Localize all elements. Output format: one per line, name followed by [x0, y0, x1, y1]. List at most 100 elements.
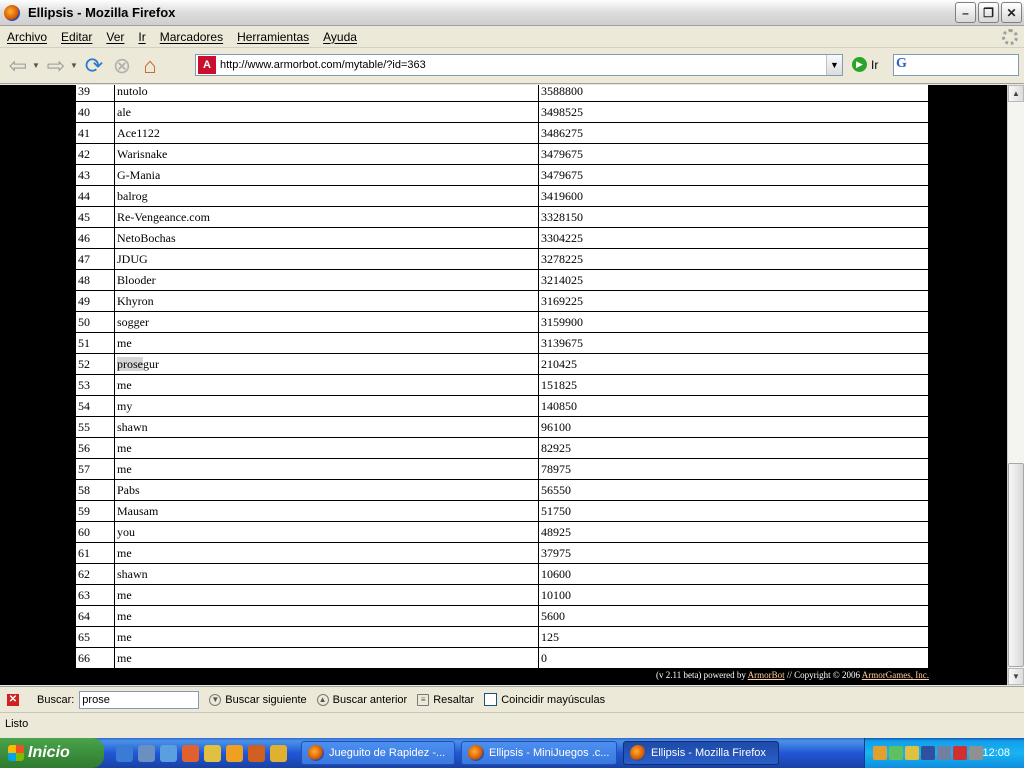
- url-bar[interactable]: A http://www.armorbot.com/mytable/?id=36…: [195, 54, 843, 76]
- table-row: 65 me 125: [75, 626, 929, 648]
- rank-cell: 64: [75, 605, 115, 627]
- score-cell: 37975: [538, 542, 929, 564]
- reload-button[interactable]: ⟳: [80, 52, 108, 80]
- maximize-button[interactable]: ❐: [978, 2, 999, 23]
- name-cell: shawn: [114, 563, 539, 585]
- menu-ver[interactable]: Ver: [99, 30, 131, 44]
- task-label: Ellipsis - MiniJuegos .c...: [489, 747, 610, 759]
- find-previous-button[interactable]: ▲ Buscar anterior: [316, 693, 407, 706]
- firefox-quick-icon[interactable]: [248, 744, 265, 762]
- highlight-button[interactable]: ≡ Resaltar: [417, 693, 475, 706]
- table-row: 49 Khyron 3169225: [75, 290, 929, 312]
- score-cell: 3479675: [538, 164, 929, 186]
- name-cell: Pabs: [114, 479, 539, 501]
- highlight-label: Resaltar: [433, 693, 475, 706]
- navigation-toolbar: ⇦ ▼ ⇨ ▼ ⟳ ⊗ ⌂ A http://www.armorbot.com/…: [0, 48, 1024, 84]
- menu-archivo[interactable]: Archivo: [0, 30, 54, 44]
- show-desktop-icon[interactable]: [138, 744, 155, 762]
- close-window-button[interactable]: ✕: [1001, 2, 1022, 23]
- rank-cell: 58: [75, 479, 115, 501]
- media-player-icon[interactable]: [226, 744, 243, 762]
- minimize-button[interactable]: –: [955, 2, 976, 23]
- score-cell: 125: [538, 626, 929, 648]
- name-cell: me: [114, 374, 539, 396]
- tray-disconnected-icon[interactable]: [953, 746, 967, 760]
- task-label: Ellipsis - Mozilla Firefox: [651, 747, 766, 759]
- score-cell: 51750: [538, 500, 929, 522]
- name-cell: me: [114, 437, 539, 459]
- rank-cell: 42: [75, 143, 115, 165]
- name-cell: me: [114, 332, 539, 354]
- table-row: 47 JDUG 3278225: [75, 248, 929, 270]
- menu-ayuda[interactable]: Ayuda: [316, 30, 364, 44]
- vertical-scrollbar[interactable]: ▲ ▼: [1007, 85, 1024, 685]
- forward-dropdown-icon[interactable]: ▼: [70, 61, 80, 70]
- go-button[interactable]: ▶ Ir: [852, 57, 878, 72]
- taskbar-button-jueguito[interactable]: Jueguito de Rapidez -...: [301, 741, 455, 765]
- armorgames-link[interactable]: ArmorGames, Inc.: [862, 670, 929, 680]
- score-cell: 96100: [538, 416, 929, 438]
- match-case-checkbox[interactable]: [484, 693, 498, 706]
- table-row: 55 shawn 96100: [75, 416, 929, 438]
- forward-button[interactable]: ⇨: [42, 52, 70, 80]
- tray-monitor-icon[interactable]: [921, 746, 935, 760]
- score-cell: 3304225: [538, 227, 929, 249]
- taskbar-button-minijuegos[interactable]: Ellipsis - MiniJuegos .c...: [461, 741, 617, 765]
- find-input[interactable]: [79, 690, 200, 709]
- rank-cell: 48: [75, 269, 115, 291]
- url-history-dropdown[interactable]: ▼: [826, 55, 842, 75]
- highlight-icon: ≡: [417, 693, 430, 706]
- taskbar-button-ellipsis-active[interactable]: Ellipsis - Mozilla Firefox: [623, 741, 779, 765]
- rank-cell: 41: [75, 122, 115, 144]
- back-dropdown-icon[interactable]: ▼: [32, 61, 42, 70]
- name-cell: Khyron: [114, 290, 539, 312]
- stop-button[interactable]: ⊗: [108, 52, 136, 80]
- score-cell: 56550: [538, 479, 929, 501]
- explorer-icon[interactable]: [160, 744, 177, 762]
- search-engine-box[interactable]: G: [893, 54, 1019, 76]
- tray-speaker-icon[interactable]: [969, 746, 983, 760]
- rank-cell: 47: [75, 248, 115, 270]
- table-row: 63 me 10100: [75, 584, 929, 606]
- firefox-icon: [4, 4, 20, 21]
- google-icon[interactable]: G: [896, 56, 914, 74]
- url-text[interactable]: http://www.armorbot.com/mytable/?id=363: [220, 59, 826, 71]
- back-button[interactable]: ⇦: [4, 52, 32, 80]
- score-cell: 3588800: [538, 85, 929, 102]
- armorbot-link[interactable]: ArmorBot: [748, 670, 785, 680]
- close-findbar-icon[interactable]: ✕: [7, 693, 19, 706]
- home-button[interactable]: ⌂: [136, 52, 164, 80]
- footer-prefix: (v 2.11 beta) powered by: [656, 670, 748, 680]
- go-arrow-icon: ▶: [852, 57, 867, 72]
- scroll-up-button[interactable]: ▲: [1008, 85, 1024, 102]
- table-row: 44 balrog 3419600: [75, 185, 929, 207]
- scroll-down-button[interactable]: ▼: [1008, 668, 1024, 685]
- match-case-option[interactable]: Coincidir mayúsculas: [484, 693, 605, 706]
- tray-tool-icon[interactable]: [873, 746, 887, 760]
- name-cell: me: [114, 584, 539, 606]
- menu-editar[interactable]: Editar: [54, 30, 99, 44]
- tray-messenger-icon[interactable]: [889, 746, 903, 760]
- start-button[interactable]: Inicio: [0, 738, 104, 768]
- footer-copyright: // Copyright © 2006: [784, 670, 862, 680]
- menu-herramientas[interactable]: Herramientas: [230, 30, 316, 44]
- ie-icon[interactable]: [116, 744, 133, 762]
- go-label: Ir: [871, 57, 879, 72]
- name-cell: prosegur: [114, 353, 539, 375]
- folder-icon[interactable]: [204, 744, 221, 762]
- tray-computer-icon[interactable]: [937, 746, 951, 760]
- table-row: 48 Blooder 3214025: [75, 269, 929, 291]
- match-case-label: Coincidir mayúsculas: [501, 693, 606, 706]
- rank-cell: 54: [75, 395, 115, 417]
- find-next-button[interactable]: ▼ Buscar siguiente: [209, 693, 307, 706]
- score-cell: 3214025: [538, 269, 929, 291]
- name-cell: me: [114, 458, 539, 480]
- tool-icon[interactable]: [270, 744, 287, 762]
- messenger-icon[interactable]: [182, 744, 199, 762]
- menu-marcadores[interactable]: Marcadores: [153, 30, 230, 44]
- menu-ir[interactable]: Ir: [131, 30, 152, 44]
- tray-network-icon[interactable]: [905, 746, 919, 760]
- rank-cell: 44: [75, 185, 115, 207]
- score-cell: 82925: [538, 437, 929, 459]
- scroll-thumb[interactable]: [1008, 463, 1024, 667]
